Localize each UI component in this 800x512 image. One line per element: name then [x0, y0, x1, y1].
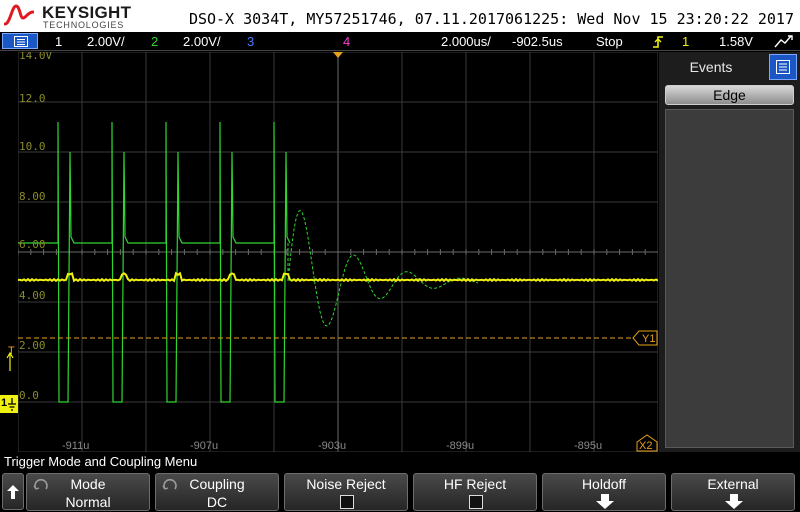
trigger-position-marker[interactable] — [333, 52, 343, 58]
ch1-scale[interactable]: 2.00V/ — [87, 34, 125, 49]
trigger-edge-icon — [653, 36, 663, 48]
coupling-softkey-value: DC — [206, 494, 228, 510]
y-axis-label: 4.00 — [19, 289, 46, 302]
events-panel-menu-button[interactable] — [769, 54, 797, 80]
ground-icon — [8, 398, 16, 411]
noise-reject-checkbox[interactable] — [340, 495, 354, 509]
x-axis-label: -907u — [190, 440, 218, 452]
network-icon — [774, 35, 793, 48]
mode-softkey[interactable]: Mode Normal — [26, 473, 150, 511]
y-axis-labels: 14.0V 12.0 10.0 8.00 6.00 4.00 2.00 0.0 — [19, 52, 52, 402]
coupling-softkey[interactable]: Coupling DC — [155, 473, 279, 511]
softkey-bar: Mode Normal Coupling DC Noise Reject HF … — [0, 471, 800, 512]
graticule — [18, 52, 658, 452]
ch1-ground-marker[interactable]: 1 — [0, 395, 18, 413]
y-axis-label: 2.00 — [19, 339, 46, 352]
trigger-source[interactable]: 1 — [682, 34, 689, 49]
trigger-level[interactable]: 1.58V — [719, 34, 753, 49]
y-axis-label: 10.0 — [19, 140, 46, 153]
ch4-label[interactable]: 4 — [343, 34, 350, 49]
external-softkey[interactable]: External — [671, 473, 795, 511]
mode-softkey-title: Mode — [70, 476, 106, 492]
list-icon — [776, 60, 790, 74]
instrument-title: DSO-X 3034T, MY57251746, 07.11.201706122… — [188, 10, 794, 28]
cursor-x2-label: X2 — [639, 440, 652, 452]
status-bar: 1 2.00V/ 2 2.00V/ 3 4 2.000us/ -902.5us … — [0, 32, 800, 51]
waveform-grid[interactable]: 14.0V12.010.08.006.004.002.000.0 -911u -9… — [18, 52, 658, 452]
x-axis-label: -895u — [574, 440, 602, 452]
title-bar: KEYSIGHT TECHNOLOGIES DSO-X 3034T, MY572… — [0, 0, 800, 32]
event-list[interactable] — [665, 109, 794, 448]
menu-title: Trigger Mode and Coupling Menu — [0, 453, 800, 471]
ch3-label[interactable]: 3 — [247, 34, 254, 49]
keysight-wave-icon — [4, 4, 34, 26]
ch1-level-marker[interactable] — [0, 352, 18, 372]
y-axis-label: 8.00 — [19, 190, 46, 203]
hf-reject-checkbox[interactable] — [469, 495, 483, 509]
y-axis-label: 0.0 — [19, 389, 39, 402]
noise-reject-softkey[interactable]: Noise Reject — [284, 473, 408, 511]
noise-reject-softkey-title: Noise Reject — [306, 476, 386, 492]
events-panel: Events Edge — [659, 52, 800, 452]
external-softkey-title: External — [707, 476, 759, 492]
up-arrow-icon — [7, 485, 19, 499]
submenu-arrow-icon — [725, 494, 743, 509]
mode-softkey-value: Normal — [65, 494, 111, 510]
coupling-softkey-title: Coupling — [189, 476, 245, 492]
waveform-display[interactable]: 14.0V 12.0 10.0 8.00 6.00 4.00 2.00 0.0 -911u -9… — [18, 52, 658, 452]
ch2-scale[interactable]: 2.00V/ — [183, 34, 221, 49]
ch1-label[interactable]: 1 — [55, 34, 62, 49]
y-axis-label: 12.0 — [19, 92, 46, 105]
main-menu-button[interactable] — [2, 33, 38, 49]
ch2-ringing-trace — [287, 210, 479, 327]
x-axis-label: -903u — [318, 440, 346, 452]
cursor-y1-marker[interactable]: Y1 — [632, 330, 658, 346]
cursor-y1-label: Y1 — [642, 333, 655, 345]
back-softkey[interactable] — [2, 473, 24, 510]
hf-reject-softkey-title: HF Reject — [443, 476, 507, 492]
edge-trigger-button[interactable]: Edge — [665, 85, 794, 105]
menu-icon — [14, 36, 28, 47]
ch2-trace — [18, 121, 291, 403]
time-delay[interactable]: -902.5us — [512, 34, 563, 49]
holdoff-softkey-title: Holdoff — [581, 476, 627, 492]
cursor-x2-marker[interactable]: X2 — [636, 434, 658, 452]
y-axis-label: 14.0V — [19, 52, 52, 62]
timebase-scale[interactable]: 2.000us/ — [441, 34, 491, 49]
hf-reject-softkey[interactable]: HF Reject — [413, 473, 537, 511]
x-axis-labels: -911u -907u -903u -899u -895u — [62, 440, 602, 452]
x-axis-label: -911u — [62, 440, 89, 452]
events-tab[interactable]: Events — [663, 54, 759, 80]
run-state: Stop — [596, 34, 623, 49]
holdoff-softkey[interactable]: Holdoff — [542, 473, 666, 511]
x-axis-label: -899u — [446, 440, 474, 452]
logo-subtitle: TECHNOLOGIES — [43, 20, 125, 30]
keysight-logo: KEYSIGHT TECHNOLOGIES — [4, 2, 134, 30]
submenu-arrow-icon — [596, 494, 614, 509]
y-axis-label: 6.00 — [19, 238, 46, 251]
ch2-label[interactable]: 2 — [151, 34, 158, 49]
